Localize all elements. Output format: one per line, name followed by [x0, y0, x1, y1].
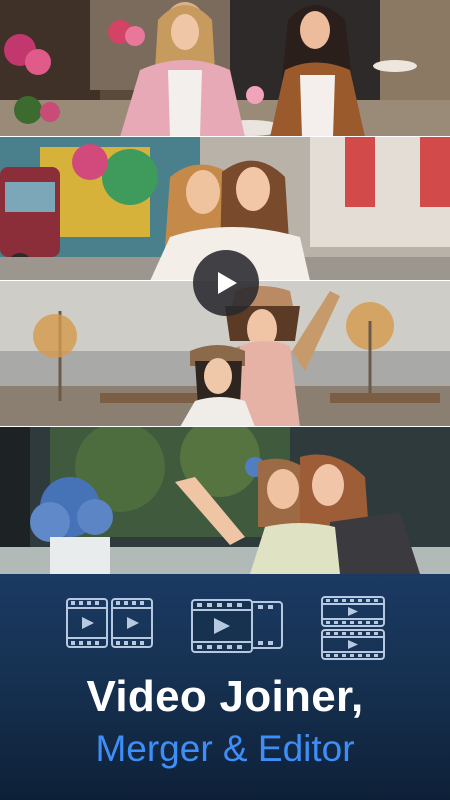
indoor-flowers-photo — [0, 427, 450, 574]
play-icon — [218, 272, 237, 294]
video-join-icon — [66, 598, 153, 648]
video-stack-icon — [321, 596, 385, 660]
screenshot: Video Joiner, Merger & Editor — [0, 0, 450, 800]
video-merge-icon — [191, 599, 283, 653]
headline-text: Video Joiner, — [86, 672, 364, 721]
cafe-terrace-photo — [0, 0, 450, 137]
promo-panel: Video Joiner, Merger & Editor — [0, 574, 450, 800]
play-button[interactable] — [193, 250, 259, 316]
subheadline-text: Merger & Editor — [95, 728, 355, 769]
